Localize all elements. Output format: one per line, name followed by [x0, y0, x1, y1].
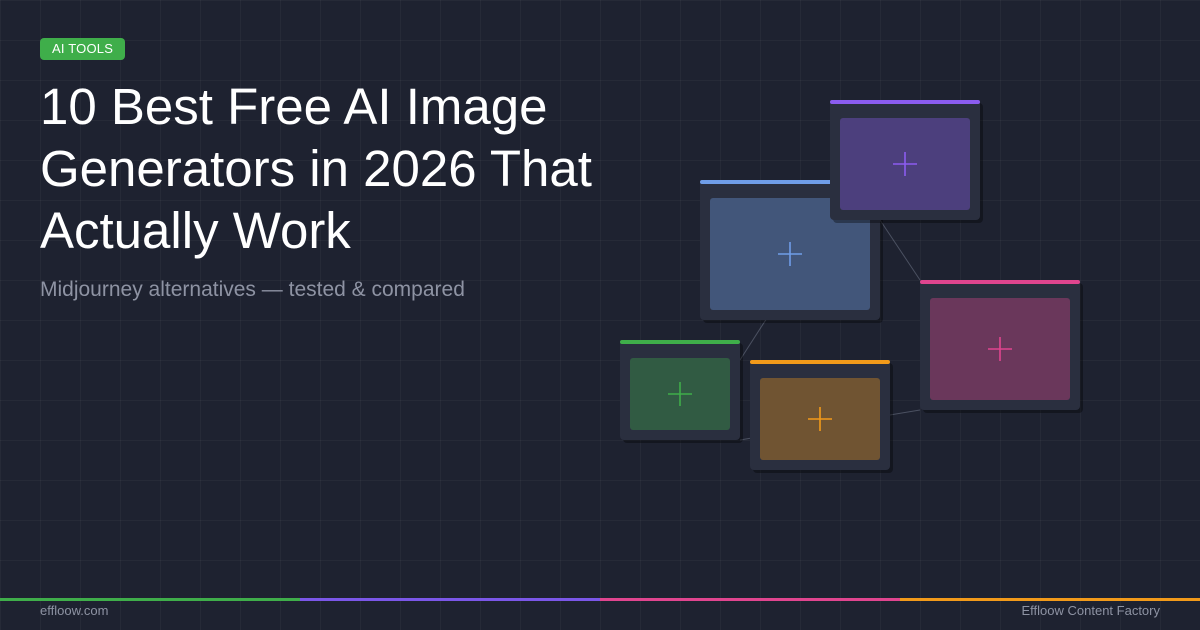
- card-purple: [830, 100, 983, 223]
- bottom-accent-bar: [0, 598, 1200, 601]
- card-pink: [920, 280, 1083, 413]
- card-accent-bar: [750, 360, 890, 364]
- accent-segment-green: [0, 598, 300, 601]
- footer-brand: Effloow Content Factory: [1021, 603, 1161, 618]
- footer-site-link[interactable]: effloow.com: [40, 603, 108, 618]
- card-accent-bar: [830, 100, 980, 104]
- card-accent-bar: [920, 280, 1080, 284]
- image-cards-illustration: [620, 100, 1083, 473]
- cards-layer: [620, 100, 1083, 473]
- card-orange: [750, 360, 893, 473]
- card-accent-bar: [620, 340, 740, 344]
- card-green: [620, 340, 743, 443]
- accent-segment-orange: [900, 598, 1200, 601]
- accent-segment-purple: [300, 598, 600, 601]
- connector-line: [879, 219, 921, 281]
- hero-canvas: AI TOOLS 10 Best Free AI Image Generator…: [0, 0, 1200, 630]
- accent-segment-pink: [600, 598, 900, 601]
